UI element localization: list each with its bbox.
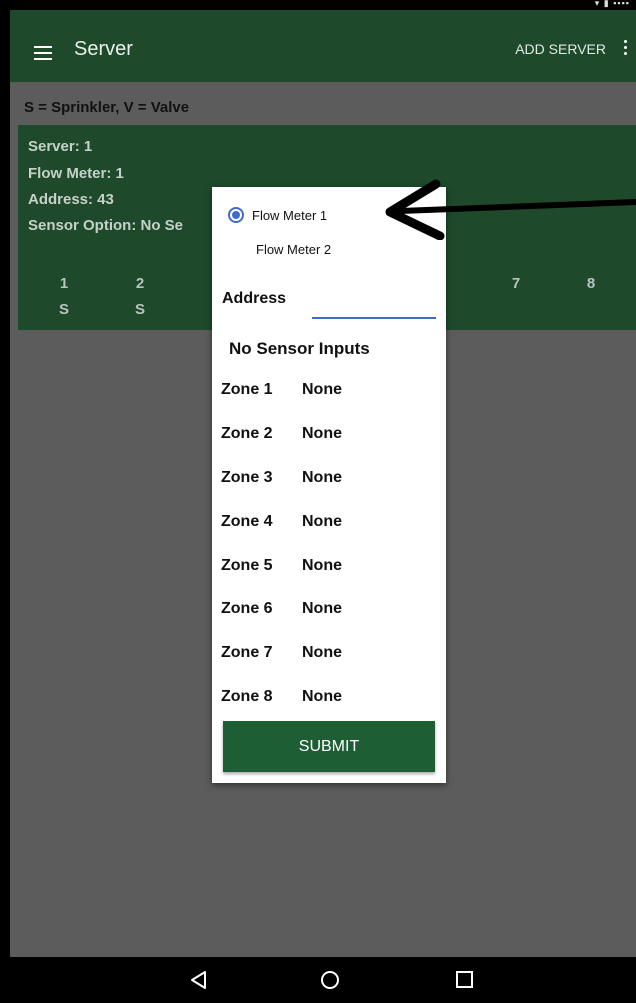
address-input[interactable] bbox=[312, 287, 436, 319]
legend-text: S = Sprinkler, V = Valve bbox=[24, 99, 190, 116]
app-bar: Server ADD SERVER bbox=[10, 10, 636, 82]
zone-value: None bbox=[302, 469, 342, 486]
zone-row[interactable]: Zone 8 None bbox=[221, 688, 342, 706]
sensor-option-line: Sensor Option: No Se bbox=[28, 217, 184, 234]
zone-label: Zone 7 bbox=[221, 644, 273, 661]
add-server-button[interactable]: ADD SERVER bbox=[515, 41, 606, 57]
legend-bar: S = Sprinkler, V = Valve bbox=[10, 91, 636, 125]
submit-button[interactable]: SUBMIT bbox=[223, 721, 435, 772]
zone-row[interactable]: Zone 4 None bbox=[221, 513, 342, 531]
zone-row[interactable]: Zone 1 None bbox=[221, 381, 342, 399]
zone-label: Zone 4 bbox=[221, 513, 273, 530]
radio-label: Flow Meter 1 bbox=[252, 207, 328, 223]
zone-label: Zone 6 bbox=[221, 600, 273, 617]
overflow-menu-icon[interactable] bbox=[624, 40, 628, 58]
zone-row[interactable]: Zone 5 None bbox=[221, 557, 342, 575]
page-title: Server bbox=[74, 38, 133, 60]
zone-label: Zone 8 bbox=[221, 688, 273, 705]
back-icon[interactable] bbox=[187, 969, 211, 991]
flow-meter-line: Flow Meter: 1 bbox=[28, 165, 124, 182]
zone-label: Zone 2 bbox=[221, 425, 273, 442]
radio-flow-meter-2[interactable]: Flow Meter 2 bbox=[228, 239, 331, 259]
zone-label: Zone 5 bbox=[221, 557, 273, 574]
sensor-inputs-label: No Sensor Inputs bbox=[229, 339, 370, 358]
zone-value: None bbox=[302, 600, 342, 617]
zone-row[interactable]: Zone 6 None bbox=[221, 600, 342, 618]
radio-flow-meter-1[interactable]: Flow Meter 1 bbox=[228, 205, 327, 225]
annotation-arrow-icon bbox=[385, 179, 636, 240]
zone-row[interactable]: Zone 7 None bbox=[221, 644, 342, 662]
status-bar: ▾ ▮ ▪▪▪▪ bbox=[10, 0, 636, 10]
zone-number: 7 bbox=[511, 275, 521, 292]
radio-label: Flow Meter 2 bbox=[256, 241, 332, 257]
zone-number: 1 bbox=[59, 275, 69, 292]
radio-button-checked-icon[interactable] bbox=[228, 207, 244, 223]
zone-number: 8 bbox=[586, 275, 596, 292]
zone-label: Zone 3 bbox=[221, 469, 273, 486]
zone-label: Zone 1 bbox=[221, 381, 273, 398]
zone-value: None bbox=[302, 644, 342, 661]
zone-type: S bbox=[58, 301, 69, 318]
server-line: Server: 1 bbox=[28, 138, 93, 155]
zone-number: 2 bbox=[135, 275, 145, 292]
address-label: Address bbox=[222, 290, 287, 307]
zone-value: None bbox=[302, 513, 342, 530]
zone-value: None bbox=[302, 688, 342, 705]
zone-row[interactable]: Zone 2 None bbox=[221, 425, 342, 443]
navigation-bar bbox=[0, 957, 636, 1003]
status-icons: ▾ ▮ ▪▪▪▪ bbox=[594, 0, 630, 8]
address-line: Address: 43 bbox=[28, 191, 114, 208]
home-icon[interactable] bbox=[318, 969, 342, 991]
zone-type: S bbox=[134, 301, 145, 318]
recents-icon[interactable] bbox=[453, 969, 477, 991]
flow-meter-dialog: Flow Meter 1 Flow Meter 2 Address No Sen… bbox=[212, 187, 446, 783]
zone-value: None bbox=[302, 425, 342, 442]
hamburger-menu-icon[interactable] bbox=[34, 46, 52, 60]
zone-value: None bbox=[302, 381, 342, 398]
zone-row[interactable]: Zone 3 None bbox=[221, 469, 342, 487]
zone-value: None bbox=[302, 557, 342, 574]
